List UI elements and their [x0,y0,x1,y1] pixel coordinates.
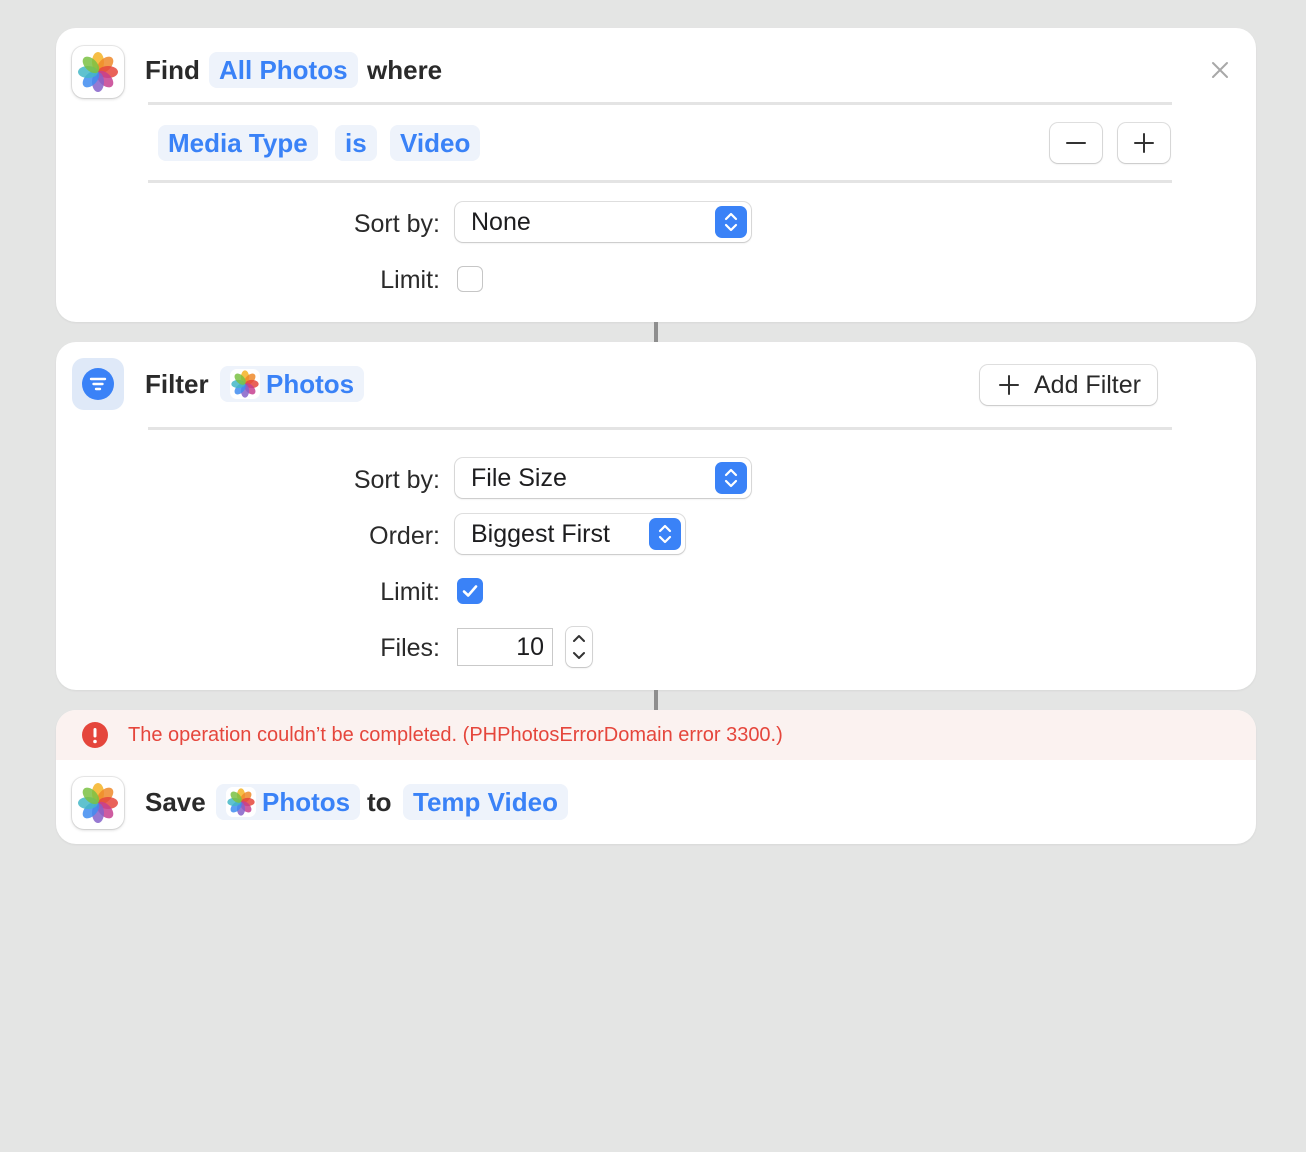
sort-by-popup[interactable]: None [455,202,751,242]
flow-connector [654,322,658,342]
sort-by-value: File Size [471,464,567,492]
plus-icon [999,375,1019,395]
filter-icon [82,368,114,400]
filter-files-action: Filter Photos Add Filter Sort by: File S… [56,342,1256,690]
sort-by-value: None [471,208,531,236]
photos-app-icon [72,777,124,829]
plus-icon [1134,133,1154,153]
minus-icon [1066,142,1086,144]
destination-album-token[interactable]: Temp Video [403,784,568,820]
preposition-text: to [367,787,392,817]
order-popup[interactable]: Biggest First [455,514,685,554]
add-filter-button[interactable]: Add Filter [980,365,1157,405]
limit-label: Limit: [380,266,440,294]
order-label: Order: [369,522,440,550]
remove-condition-button[interactable] [1050,123,1102,163]
condition-operator-token[interactable]: is [335,125,377,161]
limit-checkbox[interactable] [457,578,483,604]
input-token[interactable]: Photos [220,366,365,402]
input-token[interactable]: Photos [216,784,361,820]
action-verb: Find [145,55,200,85]
add-condition-button[interactable] [1118,123,1170,163]
sort-by-popup[interactable]: File Size [455,458,751,498]
filter-action-icon [72,358,124,410]
input-token-label: Photos [262,787,351,817]
header-divider [148,427,1172,430]
action-verb: Filter [145,369,209,399]
source-token[interactable]: All Photos [209,52,358,88]
conjunction-text: where [367,55,443,85]
chevron-updown-icon [715,206,747,238]
exclamation-icon [82,722,108,748]
order-value: Biggest First [471,520,610,548]
action-verb: Save [145,787,206,817]
photos-icon [230,369,260,399]
files-count-field[interactable]: 10 [457,628,553,666]
condition-field-token[interactable]: Media Type [158,125,318,161]
error-banner: The operation couldn’t be completed. (PH… [56,710,1256,760]
limit-checkbox[interactable] [457,266,483,292]
error-message: The operation couldn’t be completed. (PH… [128,724,783,746]
chevron-updown-icon [649,518,681,550]
limit-label: Limit: [380,578,440,606]
files-label: Files: [380,634,440,662]
flow-connector [654,690,658,710]
chevron-updown-icon [573,635,585,659]
checkmark-icon [462,585,478,597]
sort-by-label: Sort by: [353,466,440,494]
files-count-stepper[interactable] [566,627,592,667]
conditions-divider [148,180,1172,183]
close-icon[interactable] [1208,58,1232,82]
find-photos-action: Find All Photos where Media Type is Vide… [56,28,1256,322]
sort-by-label: Sort by: [353,210,440,238]
add-filter-label: Add Filter [1034,370,1141,399]
save-to-album-action: The operation couldn’t be completed. (PH… [56,710,1256,844]
condition-value-token[interactable]: Video [390,125,481,161]
header-divider [148,102,1172,105]
input-token-label: Photos [266,369,355,399]
photos-app-icon [72,46,124,98]
photos-icon [226,787,256,817]
chevron-updown-icon [715,462,747,494]
